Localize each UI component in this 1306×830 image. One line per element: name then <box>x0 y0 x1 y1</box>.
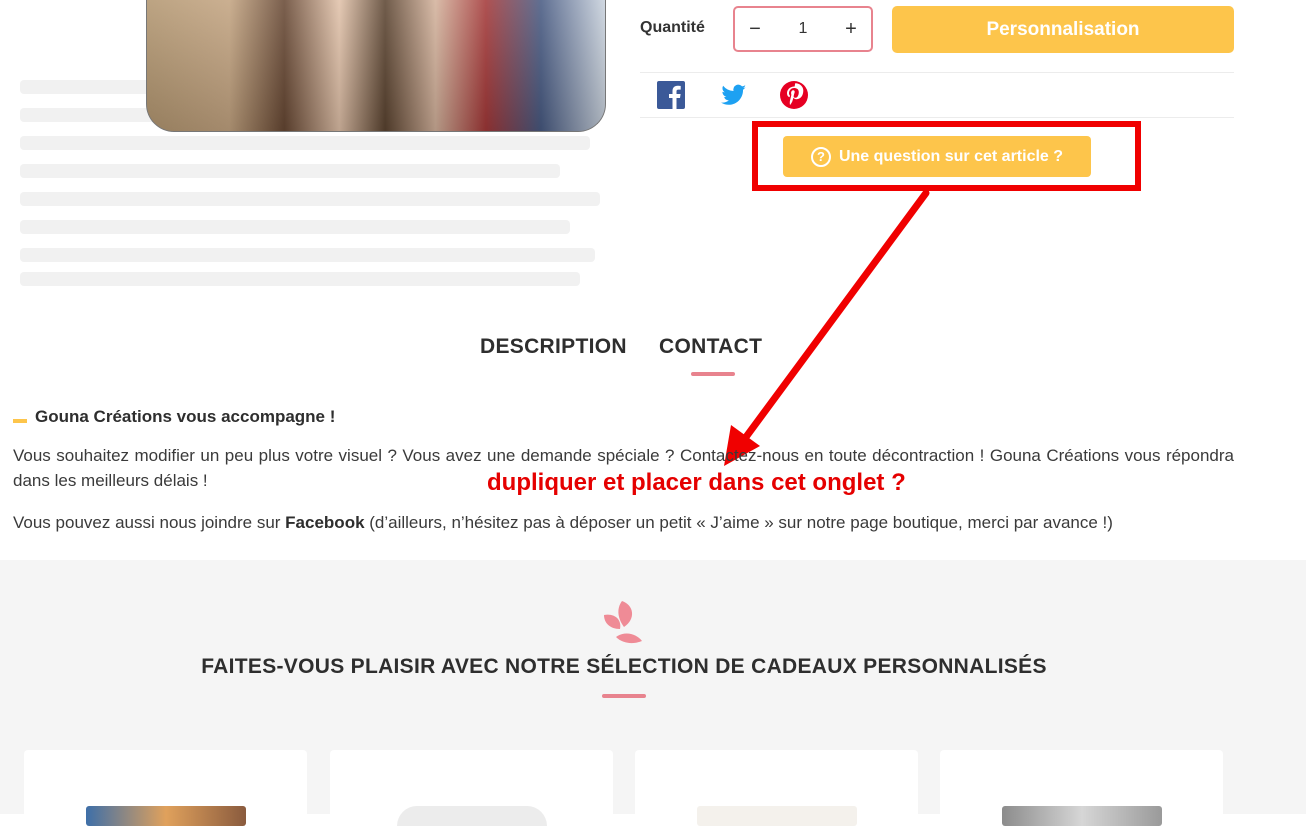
paragraph-text: Vous pouvez aussi nous joindre sur <box>13 513 286 532</box>
selection-title: FAITES-VOUS PLAISIR AVEC NOTRE SÉLECTION… <box>201 655 1047 678</box>
product-card[interactable] <box>24 750 307 830</box>
product-card[interactable] <box>635 750 918 830</box>
facebook-link[interactable]: Facebook <box>285 513 364 532</box>
title-accent <box>13 419 27 423</box>
product-card[interactable] <box>940 750 1223 830</box>
contact-paragraph-facebook: Vous pouvez aussi nous joindre sur Faceb… <box>13 510 1234 535</box>
selection-title-underline <box>602 694 646 698</box>
leaf-icon <box>604 601 642 644</box>
product-card[interactable] <box>330 750 613 830</box>
paragraph-text: (d’ailleurs, n’hésitez pas à déposer un … <box>364 513 1113 532</box>
product-thumbnail[interactable] <box>696 806 857 826</box>
active-tab-indicator <box>691 372 735 376</box>
annotation-note: dupliquer et placer dans cet onglet ? <box>487 469 906 496</box>
contact-title: Gouna Créations vous accompagne ! <box>35 407 336 426</box>
product-thumbnail[interactable] <box>396 806 547 826</box>
tab-contact[interactable]: CONTACT <box>659 335 762 359</box>
tab-description[interactable]: DESCRIPTION <box>480 335 627 359</box>
product-thumbnail[interactable] <box>85 806 246 826</box>
product-thumbnail[interactable] <box>1001 806 1162 826</box>
